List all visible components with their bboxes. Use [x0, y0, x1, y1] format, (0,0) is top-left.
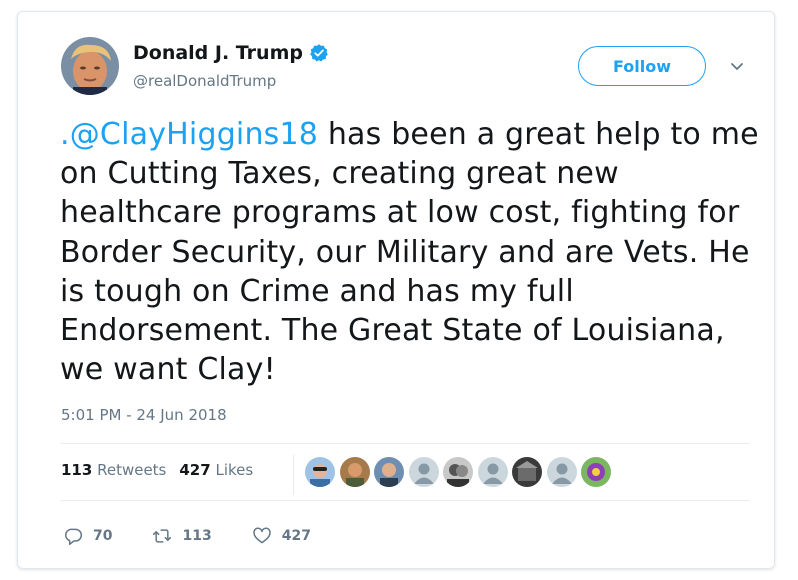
heart-icon [253, 527, 271, 544]
reply-button[interactable]: 70 [63, 526, 112, 546]
liker-avatar-default[interactable] [408, 457, 439, 487]
retweet-button[interactable]: 113 [152, 526, 212, 546]
tweet-timestamp[interactable]: 5:01 PM - 24 Jun 2018 [61, 406, 227, 424]
retweet-icon [153, 529, 172, 543]
divider [60, 443, 749, 444]
tweet-actions: 70 113 427 [63, 526, 351, 546]
liker-avatar[interactable] [443, 457, 473, 487]
verified-badge-icon [310, 44, 328, 62]
likes-count: 427 [179, 461, 211, 479]
author-handle[interactable]: @realDonaldTrump [133, 72, 276, 90]
liker-avatars [305, 457, 616, 487]
tweet-body: has been a great help to me on Cutting T… [60, 117, 759, 388]
chevron-down-icon[interactable] [729, 58, 745, 74]
reply-icon [65, 528, 83, 546]
retweets-label: Retweets [97, 461, 167, 479]
likes-stat[interactable]: 427 Likes [179, 461, 253, 479]
follow-button[interactable]: Follow [578, 46, 706, 86]
retweets-stat[interactable]: 113 Retweets [61, 461, 166, 479]
like-count: 427 [281, 528, 311, 544]
retweet-count: 113 [182, 528, 212, 544]
tweet-text: .@ClayHiggins18 has been a great help to… [60, 115, 760, 389]
reply-count: 70 [93, 528, 113, 544]
tweet-card: Donald J. Trump @realDonaldTrump Follow … [17, 11, 775, 569]
liker-avatar[interactable] [581, 457, 611, 487]
stats-separator [293, 455, 294, 495]
retweets-count: 113 [61, 461, 93, 479]
author-avatar[interactable] [61, 37, 119, 95]
liker-avatar[interactable] [374, 457, 404, 487]
liker-avatar[interactable] [305, 457, 335, 487]
divider [60, 500, 749, 501]
like-button[interactable]: 427 [252, 526, 311, 546]
liker-avatar-default[interactable] [477, 457, 508, 487]
liker-avatar[interactable] [339, 457, 370, 487]
likes-label: Likes [215, 461, 254, 479]
liker-avatar-default[interactable] [546, 457, 577, 487]
author-name[interactable]: Donald J. Trump [133, 42, 303, 64]
tweet-stats: 113 Retweets 427 Likes [61, 461, 266, 479]
mention-link[interactable]: .@ClayHiggins18 [60, 117, 318, 152]
author-name-row: Donald J. Trump [133, 42, 329, 64]
liker-avatar[interactable] [512, 457, 542, 487]
